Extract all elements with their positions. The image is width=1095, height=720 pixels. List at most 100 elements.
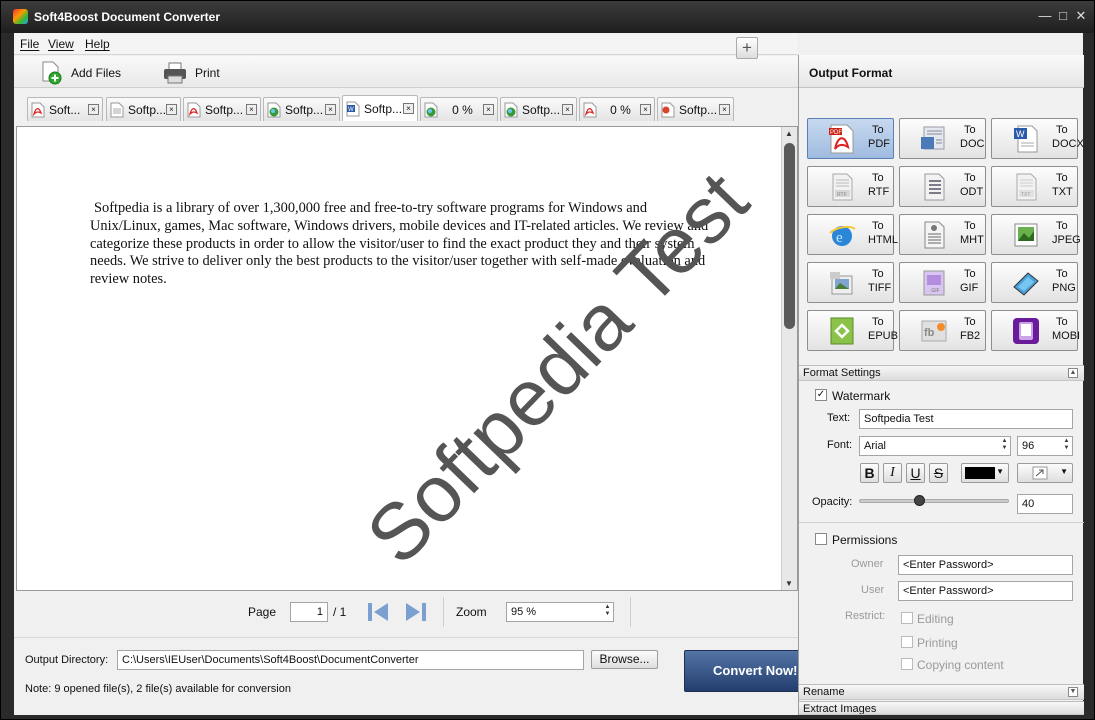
- close-tab-icon[interactable]: ×: [325, 104, 336, 115]
- document-tab[interactable]: W Softp... ×: [342, 95, 418, 121]
- to-rtf-button[interactable]: RTF To RTF: [807, 166, 894, 207]
- output-directory-field[interactable]: C:\Users\IEUser\Documents\Soft4Boost\Doc…: [117, 650, 584, 670]
- font-select[interactable]: Arial ▲ ▼: [859, 436, 1011, 456]
- font-size-select[interactable]: 96 ▲ ▼: [1017, 436, 1073, 456]
- minimize-button[interactable]: —: [1038, 8, 1052, 24]
- format-name-label: EPUB: [868, 330, 898, 342]
- window-title: Soft4Boost Document Converter: [34, 10, 221, 24]
- svg-text:fb: fb: [924, 327, 935, 339]
- convert-now-button[interactable]: Convert Now!: [684, 650, 810, 692]
- close-tab-icon[interactable]: ×: [719, 104, 730, 115]
- document-preview[interactable]: Softpedia is a library of over 1,300,000…: [16, 126, 798, 591]
- rename-title: Rename: [803, 686, 845, 698]
- document-tab[interactable]: Soft... ×: [27, 97, 103, 121]
- format-name-label: HTML: [868, 234, 898, 246]
- to-mobi-button[interactable]: To MOBI: [991, 310, 1080, 351]
- menu-bar: File View Help: [14, 33, 798, 55]
- format-name-label: TIFF: [868, 282, 892, 294]
- watermark-checkbox[interactable]: ✓: [815, 389, 827, 401]
- user-password-input[interactable]: <Enter Password>: [898, 581, 1073, 601]
- docx-format-icon: W: [1010, 123, 1042, 155]
- to-mht-button[interactable]: To MHT: [899, 214, 986, 255]
- close-tab-icon[interactable]: ×: [403, 103, 414, 114]
- document-tab[interactable]: Softp... ×: [183, 97, 261, 121]
- menu-help[interactable]: Help: [85, 37, 110, 51]
- document-tab[interactable]: Softp... ×: [263, 97, 340, 121]
- document-tab[interactable]: 0 % ×: [420, 97, 498, 121]
- page-label: Page: [248, 605, 277, 619]
- size-spinner-icon[interactable]: ▲ ▼: [1062, 438, 1071, 454]
- color-picker[interactable]: ▼: [961, 463, 1009, 483]
- to-pdf-button[interactable]: PDF To PDF: [807, 118, 894, 159]
- to-png-button[interactable]: To PNG: [991, 262, 1078, 303]
- add-files-button[interactable]: Add Files: [41, 60, 121, 86]
- opacity-input[interactable]: 40: [1017, 494, 1073, 514]
- format-to-label: To: [1056, 220, 1068, 232]
- opacity-slider[interactable]: [859, 495, 1009, 506]
- format-settings-title: Format Settings: [803, 367, 881, 379]
- document-tab[interactable]: Softp... ×: [106, 97, 181, 121]
- pdf-icon: [187, 102, 201, 118]
- to-doc-button[interactable]: To DOC: [899, 118, 986, 159]
- extract-images-header[interactable]: Extract Images: [799, 701, 1084, 715]
- permissions-checkbox[interactable]: [815, 533, 827, 545]
- format-to-label: To: [1056, 268, 1068, 280]
- strikethrough-button[interactable]: S: [929, 463, 948, 483]
- format-settings-header[interactable]: Format Settings ▲: [799, 365, 1084, 381]
- close-tab-icon[interactable]: ×: [88, 104, 99, 115]
- to-html-button[interactable]: e To HTML: [807, 214, 898, 255]
- close-tab-icon[interactable]: ×: [246, 104, 257, 115]
- underline-button[interactable]: U: [906, 463, 925, 483]
- zoom-spinner-icon[interactable]: ▲ ▼: [603, 604, 612, 620]
- font-spinner-icon[interactable]: ▲ ▼: [1000, 438, 1009, 454]
- add-tab-button[interactable]: +: [736, 37, 758, 59]
- close-tab-icon[interactable]: ×: [640, 104, 651, 115]
- menu-view[interactable]: View: [48, 37, 74, 51]
- title-bar[interactable]: Soft4Boost Document Converter — □ ✕: [1, 1, 1094, 33]
- copying-checkbox[interactable]: [901, 658, 913, 670]
- expand-down-icon[interactable]: ▼: [1068, 687, 1078, 697]
- menu-file[interactable]: File: [20, 37, 39, 51]
- to-jpeg-button[interactable]: To JPEG: [991, 214, 1081, 255]
- output-format-header: Output Format: [799, 55, 1084, 88]
- page-input[interactable]: 1: [290, 602, 328, 622]
- browse-button[interactable]: Browse...: [591, 650, 658, 669]
- png-format-icon: [1010, 267, 1042, 299]
- close-button[interactable]: ✕: [1074, 8, 1088, 24]
- scrollbar-thumb[interactable]: [784, 143, 795, 329]
- printing-label: Printing: [917, 636, 958, 650]
- close-tab-icon[interactable]: ×: [562, 104, 573, 115]
- collapse-up-icon[interactable]: ▲: [1068, 368, 1078, 378]
- to-gif-button[interactable]: .GIF To GIF: [899, 262, 986, 303]
- to-odt-button[interactable]: To ODT: [899, 166, 986, 207]
- italic-button[interactable]: I: [883, 463, 902, 483]
- to-txt-button[interactable]: TXT To TXT: [991, 166, 1078, 207]
- document-tab[interactable]: 0 % ×: [579, 97, 655, 121]
- maximize-button[interactable]: □: [1056, 8, 1070, 24]
- document-tab[interactable]: Softp... ×: [657, 97, 734, 121]
- document-tab[interactable]: Softp... ×: [500, 97, 577, 121]
- close-tab-icon[interactable]: ×: [166, 104, 177, 115]
- printing-checkbox[interactable]: [901, 636, 913, 648]
- to-fb2-button[interactable]: fb To FB2: [899, 310, 986, 351]
- first-page-icon[interactable]: [366, 601, 390, 623]
- font-value: Arial: [864, 440, 887, 452]
- format-to-label: To: [872, 316, 884, 328]
- editing-checkbox[interactable]: [901, 612, 913, 624]
- zoom-select[interactable]: 95 % ▲ ▼: [506, 602, 614, 622]
- opacity-slider-thumb[interactable]: [914, 495, 925, 506]
- watermark-direction-select[interactable]: ▼: [1017, 463, 1073, 483]
- close-tab-icon[interactable]: ×: [483, 104, 494, 115]
- to-tiff-button[interactable]: To TIFF: [807, 262, 894, 303]
- preview-scrollbar[interactable]: ▲ ▼: [781, 127, 797, 590]
- last-page-icon[interactable]: [404, 601, 428, 623]
- print-button[interactable]: Print: [163, 60, 220, 86]
- bold-button[interactable]: B: [860, 463, 879, 483]
- scroll-up-icon[interactable]: ▲: [785, 129, 793, 138]
- to-docx-button[interactable]: W To DOCX: [991, 118, 1084, 159]
- scroll-down-icon[interactable]: ▼: [785, 579, 793, 588]
- watermark-text-input[interactable]: Softpedia Test: [859, 409, 1073, 429]
- rename-header[interactable]: Rename ▼: [799, 684, 1084, 700]
- owner-password-input[interactable]: <Enter Password>: [898, 555, 1073, 575]
- to-epub-button[interactable]: To EPUB: [807, 310, 898, 351]
